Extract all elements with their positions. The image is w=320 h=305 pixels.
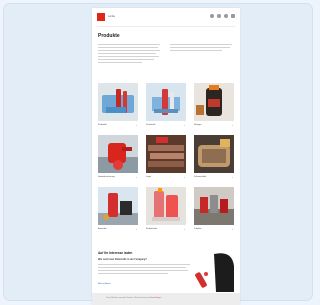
product-name: Zubehör bbox=[194, 228, 202, 230]
product-name: Reiniger bbox=[194, 124, 202, 126]
cookie-settings-link[interactable]: Einstellungen bbox=[150, 297, 161, 299]
featured-text bbox=[98, 264, 190, 276]
page-title: Produkte bbox=[98, 33, 120, 39]
featured-link[interactable]: Mehr erfahren bbox=[98, 283, 111, 285]
site-header: Loctite bbox=[92, 8, 240, 26]
user-icon[interactable] bbox=[217, 14, 221, 18]
header-divider bbox=[97, 26, 235, 27]
globe-icon[interactable] bbox=[224, 14, 228, 18]
cookie-text: Diese Website verwendet Cookies. Mehr In… bbox=[106, 297, 162, 299]
brand-name: Loctite bbox=[108, 15, 116, 18]
product-image bbox=[146, 83, 186, 121]
product-image bbox=[194, 187, 234, 225]
website-page: Loctite Produkte Klebstoffe › Dichtstoff… bbox=[92, 8, 240, 305]
intro-right bbox=[170, 44, 232, 53]
brand-logo[interactable] bbox=[97, 13, 105, 21]
chevron-right-icon: › bbox=[136, 176, 137, 179]
featured-subtitle: Wie nutzt man Klebstoffe in der Fertigun… bbox=[98, 258, 147, 261]
chevron-right-icon: › bbox=[232, 176, 233, 179]
intro-left bbox=[98, 44, 160, 65]
product-name: Dichtstoffe bbox=[146, 124, 156, 126]
chevron-right-icon: › bbox=[184, 228, 185, 231]
chevron-right-icon: › bbox=[184, 124, 185, 127]
chevron-right-icon: › bbox=[136, 124, 137, 127]
chevron-right-icon: › bbox=[232, 124, 233, 127]
chevron-right-icon: › bbox=[232, 228, 233, 231]
cookie-banner: Diese Website verwendet Cookies. Mehr In… bbox=[92, 293, 240, 305]
product-name: Gewindesicherung bbox=[98, 176, 115, 178]
menu-icon[interactable] bbox=[231, 14, 235, 18]
header-icons bbox=[210, 14, 235, 18]
product-name: Klebebänder bbox=[146, 228, 158, 230]
product-image bbox=[146, 135, 186, 173]
product-name: Lager bbox=[146, 176, 152, 178]
featured-title: Auf Ihr Interesse laden bbox=[98, 251, 133, 255]
featured-image bbox=[192, 248, 236, 292]
product-image bbox=[194, 135, 234, 173]
product-image bbox=[194, 83, 234, 121]
product-name: Klebstoffe bbox=[98, 124, 107, 126]
product-name: Anaerobe bbox=[98, 228, 107, 230]
search-icon[interactable] bbox=[210, 14, 214, 18]
product-image bbox=[98, 83, 138, 121]
product-image bbox=[146, 187, 186, 225]
product-image bbox=[98, 187, 138, 225]
product-image bbox=[98, 135, 138, 173]
chevron-right-icon: › bbox=[184, 176, 185, 179]
product-name: Schmierstoffe bbox=[194, 176, 207, 178]
chevron-right-icon: › bbox=[136, 228, 137, 231]
